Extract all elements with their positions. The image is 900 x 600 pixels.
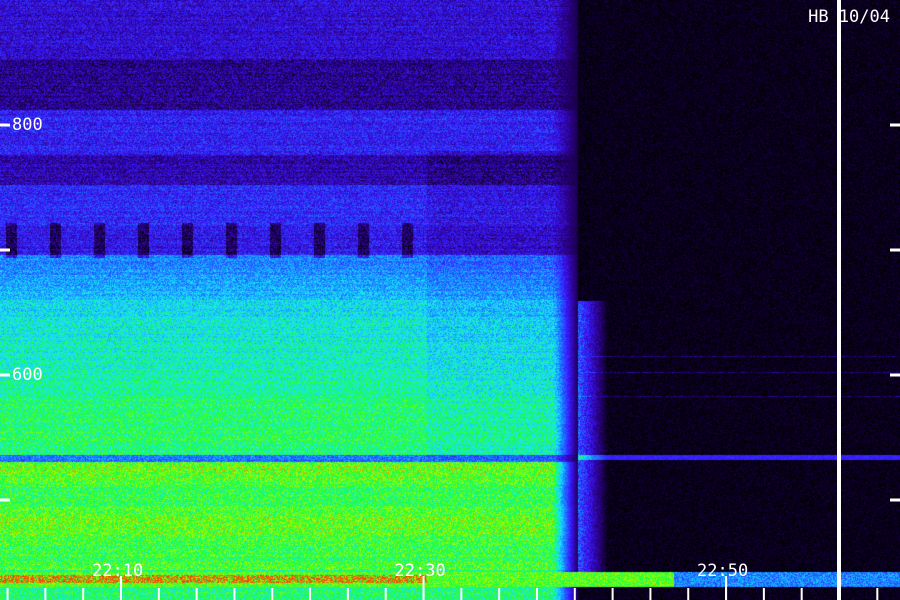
y-tick-label: 800 — [12, 115, 43, 135]
spectrogram-chart: HB 10/04 800 600 22:10 22:30 22:50 — [0, 0, 900, 600]
axes-svg — [0, 123, 900, 600]
y-tick-label: 600 — [12, 365, 43, 385]
x-tick-label: 22:10 — [92, 561, 144, 581]
x-tick-label: 22:30 — [394, 561, 446, 581]
x-tick-label: 22:50 — [697, 561, 749, 581]
